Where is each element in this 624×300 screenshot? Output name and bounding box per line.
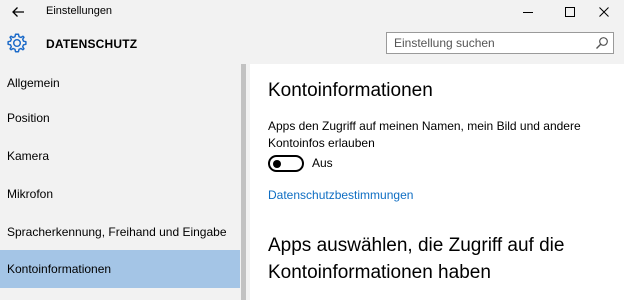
privacy-statement-link[interactable]: Datenschutzbestimmungen	[268, 188, 413, 202]
sidebar-item-spracherkennung[interactable]: Spracherkennung, Freihand und Eingabe	[0, 213, 240, 251]
sidebar-item-kontoinformationen[interactable]: Kontoinformationen	[0, 250, 240, 288]
close-icon	[599, 7, 609, 17]
toggle-state-label: Aus	[312, 156, 333, 170]
search-input[interactable]	[387, 33, 587, 53]
settings-header: DATENSCHUTZ	[0, 24, 624, 64]
minimize-button[interactable]	[508, 0, 548, 24]
maximize-icon	[565, 7, 575, 17]
search-box[interactable]	[386, 32, 614, 54]
setting-description: Apps den Zugriff auf meinen Namen, mein …	[268, 119, 581, 150]
app-title: Einstellungen	[46, 5, 113, 17]
gear-icon	[7, 33, 27, 53]
close-button[interactable]	[584, 0, 624, 24]
sidebar-item-label: Kamera	[7, 149, 50, 163]
sidebar-item-label: Position	[7, 111, 50, 125]
sidebar-item-allgemein[interactable]: Allgemein	[0, 64, 240, 102]
sidebar-item-mikrofon[interactable]: Mikrofon	[0, 175, 240, 213]
back-button[interactable]	[0, 0, 36, 24]
title-bar: Einstellungen	[0, 0, 624, 24]
sidebar-scrollbar[interactable]	[241, 64, 246, 300]
minimize-icon	[523, 12, 533, 13]
sidebar-item-label: Kontoinformationen	[7, 262, 112, 276]
sidebar-item-position[interactable]: Position	[0, 99, 240, 137]
back-arrow-icon	[12, 7, 24, 17]
page-title: DATENSCHUTZ	[46, 37, 138, 51]
apps-section-heading: Apps auswählen, die Zugriff auf die Kont…	[268, 235, 565, 283]
sidebar-item-label: Spracherkennung, Freihand und Eingabe	[7, 225, 227, 239]
sidebar-item-label: Allgemein	[7, 76, 60, 90]
toggle-knob	[273, 159, 281, 168]
sidebar-item-label: Mikrofon	[7, 187, 54, 201]
main-content: Kontoinformationen Apps den Zugriff auf …	[250, 64, 624, 300]
search-icon[interactable]	[595, 36, 609, 50]
section-heading: Kontoinformationen	[268, 80, 433, 101]
sidebar: Allgemein Position Kamera Mikrofon Sprac…	[0, 64, 250, 300]
account-info-toggle[interactable]	[268, 155, 304, 172]
sidebar-item-kamera[interactable]: Kamera	[0, 137, 240, 175]
